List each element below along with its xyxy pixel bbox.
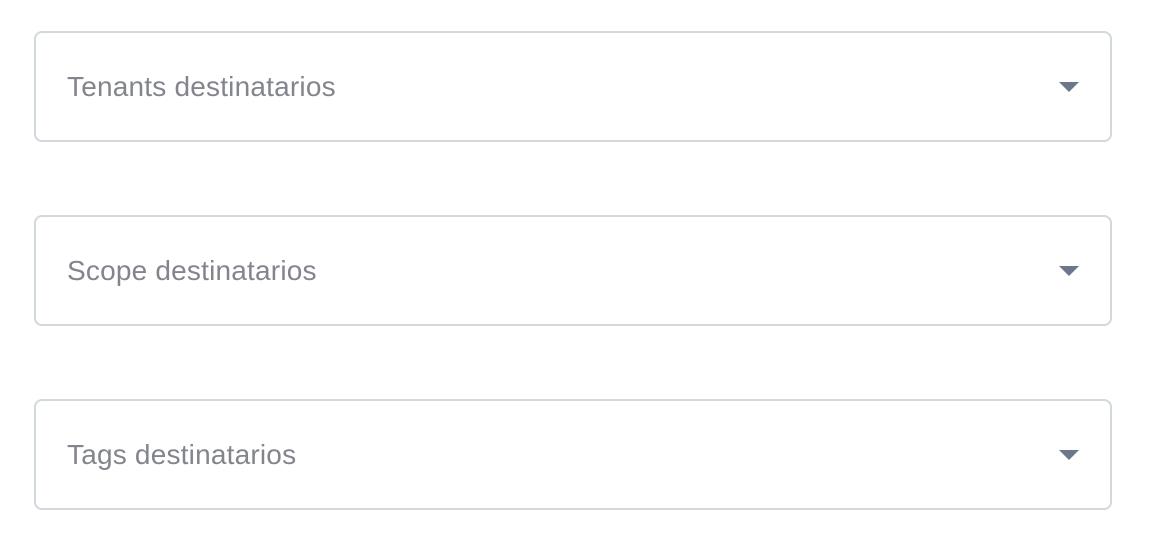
recipients-form: Tenants destinatarios Scope destinatario… <box>0 0 1154 550</box>
chevron-down-icon <box>1059 449 1079 460</box>
chevron-down-icon <box>1059 81 1079 92</box>
tenants-select[interactable]: Tenants destinatarios <box>34 31 1112 142</box>
scope-select[interactable]: Scope destinatarios <box>34 215 1112 326</box>
tenants-select-placeholder: Tenants destinatarios <box>67 70 336 102</box>
scope-select-placeholder: Scope destinatarios <box>67 254 317 286</box>
tags-select[interactable]: Tags destinatarios <box>34 399 1112 510</box>
tags-select-placeholder: Tags destinatarios <box>67 438 297 470</box>
chevron-down-icon <box>1059 265 1079 276</box>
